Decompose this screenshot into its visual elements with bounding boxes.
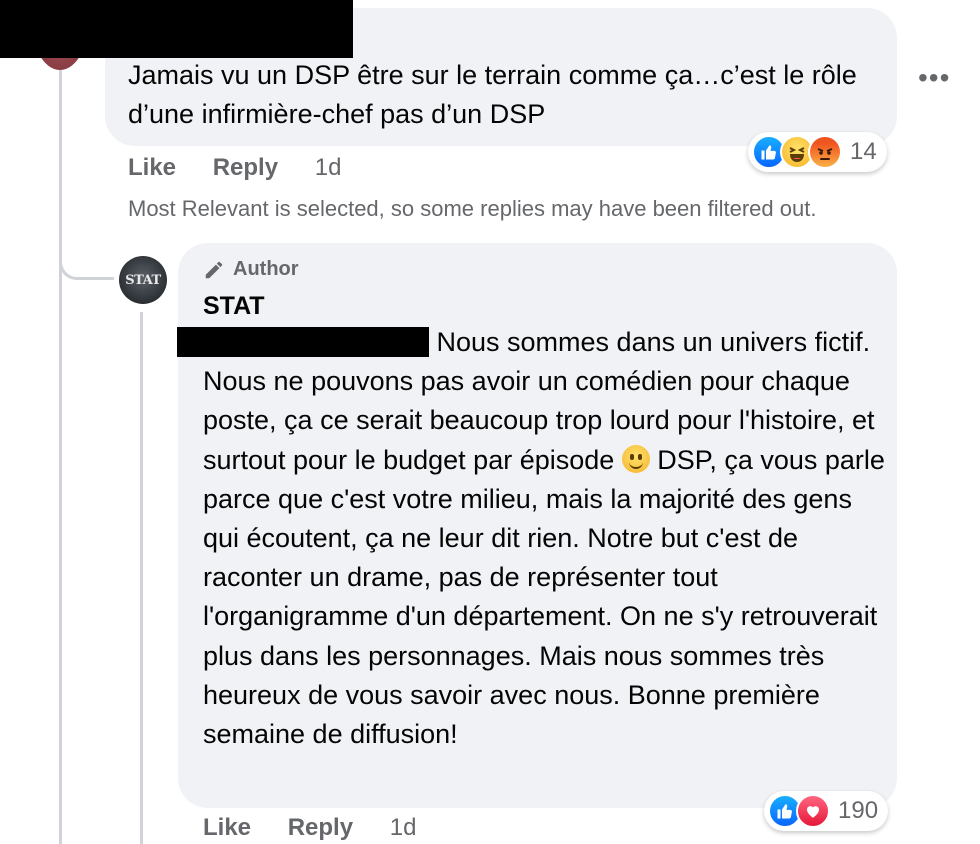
more-options-icon[interactable]: ••• <box>918 62 950 94</box>
avatar-logo-text: STAT <box>125 272 161 288</box>
pencil-icon <box>203 259 225 281</box>
thread-line-main <box>59 70 62 844</box>
reply-text-part2: DSP, ça vous parle parce que c'est votre… <box>203 444 885 750</box>
reply-button[interactable]: Reply <box>213 154 278 181</box>
redacted-mention <box>177 327 429 357</box>
reply-timestamp[interactable]: 1d <box>390 814 417 841</box>
stat-avatar[interactable]: STAT <box>119 256 167 304</box>
smile-icon <box>621 444 650 473</box>
love-icon <box>796 794 830 828</box>
comment-timestamp[interactable]: 1d <box>315 154 342 181</box>
thread-branch-connector <box>59 238 114 280</box>
reply-author-name[interactable]: STAT <box>203 292 265 321</box>
filter-notice: Most Relevant is selected, so some repli… <box>128 196 817 221</box>
author-badge-label: Author <box>233 258 299 280</box>
author-badge: Author <box>203 258 299 281</box>
angry-icon <box>808 135 842 169</box>
reply-like-button[interactable]: Like <box>203 814 251 841</box>
redacted-author-name <box>0 0 353 58</box>
reply-actions: Like Reply 1d <box>203 814 416 842</box>
reply-reaction-count: 190 <box>838 797 879 824</box>
reply-reactions[interactable]: 190 <box>764 791 889 831</box>
reaction-count: 14 <box>850 138 877 165</box>
thread-line-reply <box>140 312 143 844</box>
comment-actions: Like Reply 1d <box>128 154 341 182</box>
like-button[interactable]: Like <box>128 154 176 181</box>
comment-reactions[interactable]: 14 <box>748 132 887 172</box>
reply-reply-button[interactable]: Reply <box>288 814 353 841</box>
reply-text: Nous sommes dans un univers fictif. Nous… <box>177 323 893 754</box>
comment-text: Jamais vu un DSP être sur le terrain com… <box>128 60 857 129</box>
